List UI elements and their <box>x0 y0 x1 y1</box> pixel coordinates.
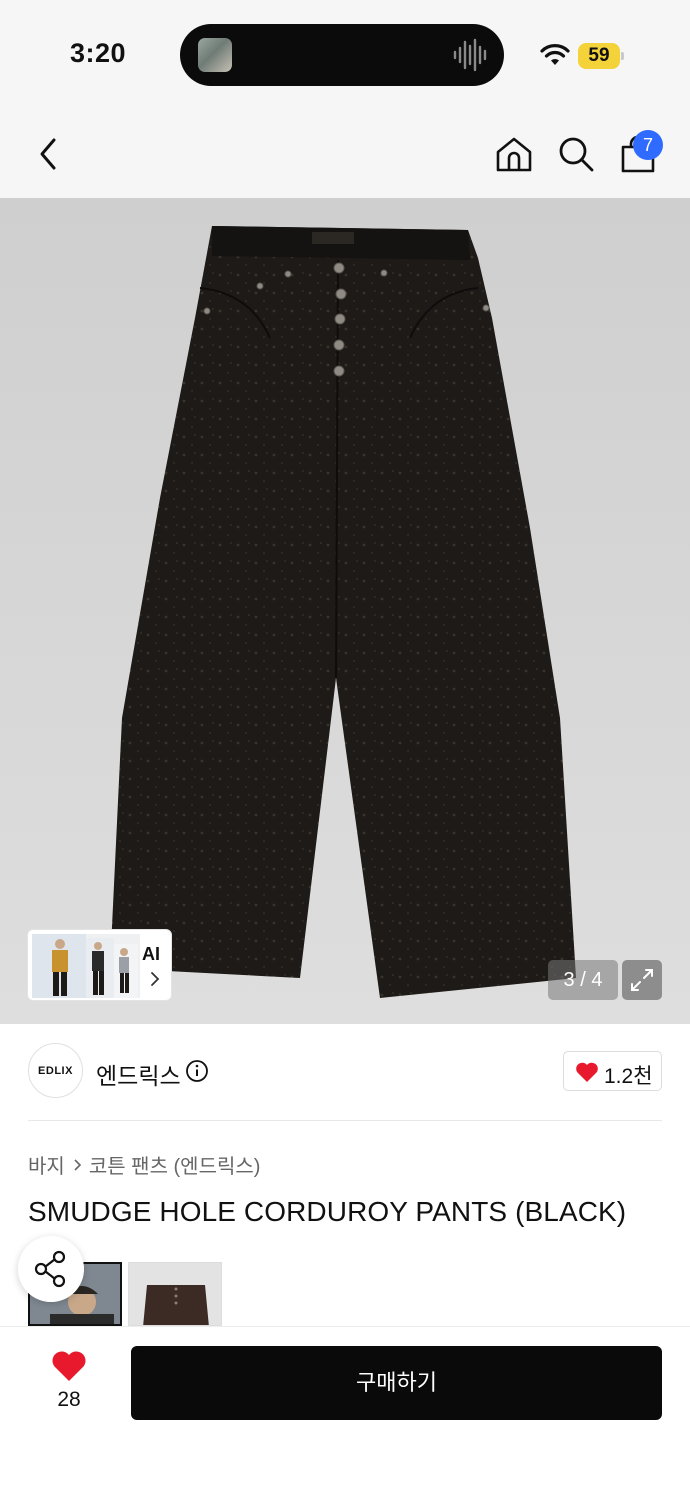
brand-like-count: 1.2천 <box>604 1065 653 1088</box>
search-icon[interactable] <box>556 134 596 174</box>
expand-icon[interactable] <box>622 960 662 1000</box>
info-icon[interactable] <box>185 1059 209 1083</box>
battery-level: 59 <box>588 45 610 66</box>
divider <box>28 1120 662 1121</box>
battery-icon: 59 <box>578 43 624 69</box>
wishlist-count: 28 <box>57 1388 81 1411</box>
product-image-gallery[interactable] <box>0 198 690 1024</box>
brand-like-button[interactable]: 1.2천 <box>563 1051 662 1091</box>
battery-cap <box>621 52 624 60</box>
chevron-right-icon <box>151 972 160 986</box>
status-time: 3:20 <box>70 38 127 68</box>
share-icon[interactable] <box>18 1236 84 1302</box>
cart-count-badge: 7 <box>633 130 663 160</box>
top-nav-bar <box>0 110 690 198</box>
status-bar: 3:20 59 <box>0 0 690 110</box>
breadcrumb-category[interactable]: 바지 <box>28 1150 65 1179</box>
chevron-right-icon <box>74 1158 81 1171</box>
now-playing-artwork-icon <box>198 38 232 72</box>
product-photo <box>110 226 576 998</box>
buy-button[interactable]: 구매하기 <box>131 1346 662 1420</box>
product-title: SMUDGE HOLE CORDUROY PANTS (BLACK) <box>28 1196 627 1227</box>
brand-logo[interactable]: EDLIX <box>28 1043 83 1098</box>
product-thumbnail[interactable] <box>128 1262 222 1326</box>
ai-fitting-card[interactable]: AI <box>27 929 172 1001</box>
breadcrumb-subcategory[interactable]: 코튼 팬츠 (엔드릭스) <box>89 1150 261 1179</box>
breadcrumb: 바지 코튼 팬츠 (엔드릭스) <box>28 1150 260 1179</box>
brown-pants-photo <box>129 1263 221 1325</box>
wifi-icon <box>540 44 570 65</box>
home-icon[interactable] <box>494 134 534 174</box>
dynamic-island[interactable] <box>180 24 504 86</box>
brand-name[interactable]: 엔드릭스 <box>96 1057 181 1091</box>
back-arrow-icon[interactable] <box>30 134 70 174</box>
audio-waveform-icon <box>453 38 487 72</box>
ai-label: AI <box>142 944 160 964</box>
ai-model-thumbnail <box>32 934 140 998</box>
image-page-counter: 3 / 4 <box>548 960 618 1000</box>
wishlist-heart-icon[interactable] <box>51 1349 87 1382</box>
heart-icon <box>576 1062 598 1082</box>
